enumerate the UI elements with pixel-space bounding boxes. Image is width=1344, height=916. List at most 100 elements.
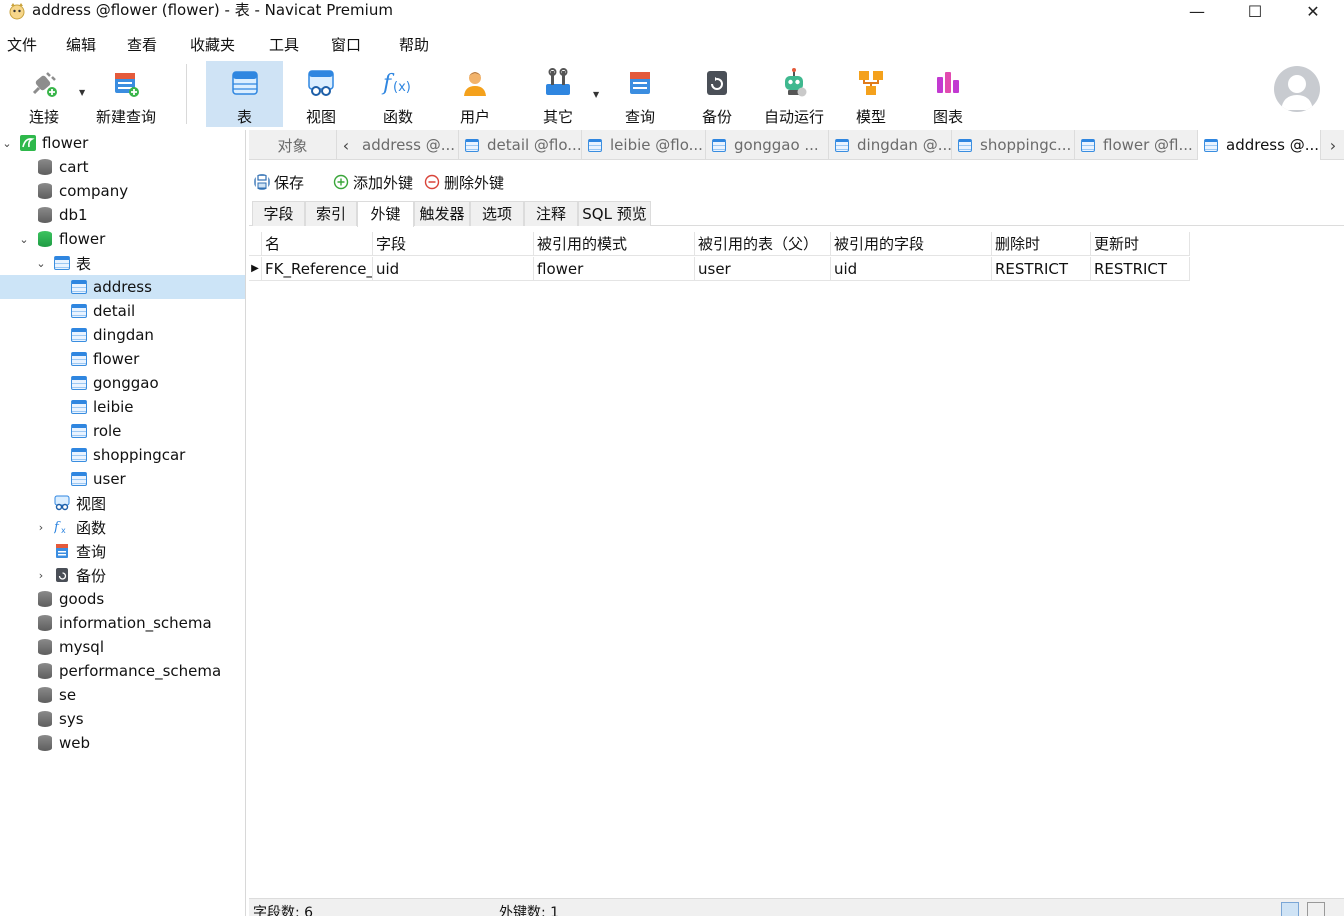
chevron-right-icon[interactable]: › — [35, 521, 47, 534]
chevron-down-icon[interactable]: ⌄ — [35, 257, 47, 270]
tree-table-dingdan[interactable]: dingdan — [0, 323, 245, 347]
tree-db-web[interactable]: web — [0, 731, 245, 755]
tree-group-tables[interactable]: ⌄ 表 — [0, 251, 245, 275]
chevron-down-icon[interactable]: ⌄ — [18, 233, 30, 246]
backup-button[interactable]: 备份 — [686, 61, 748, 127]
delete-foreign-key-button[interactable]: 删除外键 — [424, 170, 504, 194]
subtab-triggers[interactable]: 触发器 — [414, 201, 470, 226]
minimize-button[interactable]: — — [1168, 0, 1226, 22]
tree-table-label: gonggao — [93, 374, 159, 392]
query-button[interactable]: 查询 — [609, 61, 671, 127]
tree-db-company[interactable]: company — [0, 179, 245, 203]
cell-on-update[interactable]: RESTRICT — [1091, 257, 1190, 281]
tree-table-role[interactable]: role — [0, 419, 245, 443]
table-row[interactable]: ▶ FK_Reference_4 uid flower user uid RES… — [249, 257, 1190, 281]
chart-button[interactable]: 图表 — [917, 61, 979, 127]
connect-dropdown-icon[interactable]: ▼ — [79, 88, 85, 97]
cell-ref-schema[interactable]: flower — [534, 257, 695, 281]
header-on-update[interactable]: 更新时 — [1091, 232, 1190, 256]
header-ref-schema[interactable]: 被引用的模式 — [534, 232, 695, 256]
database-icon — [38, 663, 52, 679]
chevron-left-icon[interactable]: ‹ — [337, 130, 355, 160]
tree-group-views[interactable]: 视图 — [0, 491, 245, 515]
tree-table-flower[interactable]: flower — [0, 347, 245, 371]
function-button[interactable]: f (x) 函数 — [367, 61, 429, 127]
tab-objects[interactable]: 对象 — [249, 130, 337, 160]
tab-shoppingcar[interactable]: shoppingc... — [952, 130, 1075, 160]
subtab-comment[interactable]: 注释 — [524, 201, 578, 226]
tab-gonggao[interactable]: gonggao ... — [706, 130, 829, 160]
maximize-button[interactable]: ☐ — [1226, 0, 1284, 22]
tab-address-active[interactable]: address @... — [1198, 130, 1321, 160]
account-avatar[interactable] — [1274, 66, 1320, 112]
tree-db-label: db1 — [59, 206, 88, 224]
tab-detail[interactable]: detail @flo... — [459, 130, 582, 160]
tree-db-mysql[interactable]: mysql — [0, 635, 245, 659]
menu-edit[interactable]: 编辑 — [66, 32, 96, 58]
tree-group-queries[interactable]: 查询 — [0, 539, 245, 563]
header-name[interactable]: 名 — [262, 232, 373, 256]
tree-db-information-schema[interactable]: information_schema — [0, 611, 245, 635]
tree-table-leibie[interactable]: leibie — [0, 395, 245, 419]
tree-group-backups[interactable]: › 备份 — [0, 563, 245, 587]
menu-favorites[interactable]: 收藏夹 — [190, 32, 235, 58]
tree-db-cart[interactable]: cart — [0, 155, 245, 179]
tree-db-db1[interactable]: db1 — [0, 203, 245, 227]
layout-toggle-right-icon[interactable] — [1307, 902, 1325, 916]
tree-connection-flower[interactable]: ⌄ flower — [0, 131, 245, 155]
tree-table-detail[interactable]: detail — [0, 299, 245, 323]
menu-file[interactable]: 文件 — [7, 32, 37, 58]
designer-subtabs: 字段 索引 外键 触发器 选项 注释 SQL 预览 — [249, 200, 1344, 227]
subtab-options[interactable]: 选项 — [470, 201, 524, 226]
tree-table-gonggao[interactable]: gonggao — [0, 371, 245, 395]
new-query-button[interactable]: 新建查询 — [92, 61, 160, 127]
subtab-foreign-keys[interactable]: 外键 — [357, 201, 414, 227]
header-ref-table[interactable]: 被引用的表（父） — [695, 232, 831, 256]
cell-field[interactable]: uid — [373, 257, 534, 281]
menu-help[interactable]: 帮助 — [399, 32, 429, 58]
header-on-delete[interactable]: 删除时 — [992, 232, 1091, 256]
user-button[interactable]: 用户 — [444, 61, 506, 127]
model-button[interactable]: 模型 — [840, 61, 902, 127]
chevron-down-icon[interactable]: ⌄ — [1, 137, 13, 150]
tree-db-se[interactable]: se — [0, 683, 245, 707]
layout-toggle-left-icon[interactable] — [1281, 902, 1299, 916]
save-button[interactable]: 保存 — [254, 170, 304, 194]
subtab-indexes[interactable]: 索引 — [305, 201, 357, 226]
cell-ref-field[interactable]: uid — [831, 257, 992, 281]
tree-db-performance-schema[interactable]: performance_schema — [0, 659, 245, 683]
connect-button[interactable]: 连接 — [14, 61, 74, 127]
tab-flower[interactable]: flower @fl... — [1075, 130, 1198, 160]
header-ref-field[interactable]: 被引用的字段 — [831, 232, 992, 256]
tree-table-user[interactable]: user — [0, 467, 245, 491]
tab-leibie[interactable]: leibie @flo... — [582, 130, 706, 160]
add-foreign-key-button[interactable]: 添加外键 — [333, 170, 413, 194]
menu-tools[interactable]: 工具 — [269, 32, 299, 58]
tree-db-sys[interactable]: sys — [0, 707, 245, 731]
other-dropdown-icon[interactable]: ▼ — [593, 90, 599, 99]
menu-window[interactable]: 窗口 — [331, 32, 361, 58]
other-button[interactable]: 其它 — [527, 61, 589, 127]
chart-icon — [931, 66, 965, 100]
table-label: 表 — [236, 108, 252, 126]
subtab-sql-preview[interactable]: SQL 预览 — [578, 201, 651, 226]
subtab-fields[interactable]: 字段 — [252, 201, 305, 226]
tree-table-address[interactable]: address — [0, 275, 245, 299]
cell-name[interactable]: FK_Reference_4 — [262, 257, 373, 281]
chevron-right-icon[interactable]: › — [35, 569, 47, 582]
tree-table-shoppingcar[interactable]: shoppingcar — [0, 443, 245, 467]
table-button[interactable]: 表 — [206, 61, 283, 127]
menu-view[interactable]: 查看 — [127, 32, 157, 58]
tab-address-1[interactable]: address @... — [356, 130, 459, 160]
automation-button[interactable]: 自动运行 — [758, 61, 830, 127]
tab-dingdan[interactable]: dingdan @... — [829, 130, 952, 160]
chevron-right-icon[interactable]: › — [1324, 130, 1342, 160]
close-button[interactable]: ✕ — [1284, 0, 1342, 22]
tree-db-flower[interactable]: ⌄ flower — [0, 227, 245, 251]
tree-group-functions[interactable]: › fx 函数 — [0, 515, 245, 539]
tree-db-goods[interactable]: goods — [0, 587, 245, 611]
header-field[interactable]: 字段 — [373, 232, 534, 256]
cell-on-delete[interactable]: RESTRICT — [992, 257, 1091, 281]
view-button[interactable]: 视图 — [290, 61, 352, 127]
cell-ref-table[interactable]: user — [695, 257, 831, 281]
